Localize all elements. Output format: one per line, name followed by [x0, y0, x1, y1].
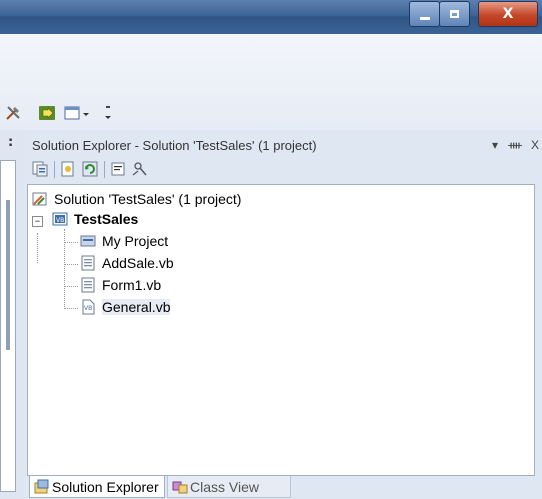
- form-icon: [81, 255, 95, 271]
- refresh-icon[interactable]: [82, 161, 98, 177]
- form-icon: [81, 277, 95, 293]
- tree-connector: [64, 308, 78, 309]
- tree-node-solution[interactable]: Solution 'TestSales' (1 project): [32, 189, 241, 209]
- toolbar-separator: [54, 161, 55, 178]
- tree-node-label: My Project: [102, 233, 169, 249]
- vb-module-icon: VB: [82, 299, 95, 315]
- tree-node-addsale[interactable]: AddSale.vb: [80, 253, 174, 273]
- close-icon: X: [502, 6, 514, 22]
- tree-node-project[interactable]: VB TestSales: [52, 209, 138, 229]
- solution-explorer-icon: [34, 479, 49, 493]
- tab-solution-explorer[interactable]: Solution Explorer: [29, 476, 165, 498]
- view-code-icon[interactable]: [110, 161, 126, 177]
- show-all-files-icon[interactable]: [60, 161, 76, 177]
- maximize-button[interactable]: [439, 1, 470, 27]
- solution-icon: [32, 192, 47, 206]
- tab-class-view[interactable]: Class View: [167, 476, 291, 498]
- tree-node-label: AddSale.vb: [102, 255, 174, 271]
- minimize-icon: [419, 16, 430, 20]
- vb-project-icon: VB: [52, 212, 68, 226]
- tree-connector: [64, 264, 78, 265]
- solution-explorer-toolbar: [32, 159, 332, 181]
- maximize-icon: [450, 10, 459, 18]
- toolbar-separator: [104, 161, 105, 178]
- class-view-icon: [172, 481, 188, 493]
- main-toolbar: [0, 34, 542, 130]
- tab-label: Solution Explorer: [52, 478, 159, 495]
- close-window-button[interactable]: X: [478, 1, 538, 27]
- run-icon[interactable]: [38, 104, 56, 122]
- panel-tab-strip: Solution Explorer Class View: [27, 476, 535, 499]
- tree-connector: [64, 229, 65, 309]
- svg-text:VB: VB: [84, 305, 92, 312]
- tree-node-label: General.vb: [102, 299, 171, 315]
- my-project-icon: [80, 235, 96, 247]
- tools-icon[interactable]: [4, 104, 22, 122]
- tree-connector: [64, 242, 78, 243]
- close-icon[interactable]: X: [528, 138, 542, 152]
- window-icon[interactable]: [64, 104, 90, 122]
- tree-node-label: Form1.vb: [102, 277, 162, 293]
- tree-node-my-project[interactable]: My Project: [80, 231, 168, 251]
- tree-node-label: Solution 'TestSales' (1 project): [54, 191, 242, 207]
- tree-node-form1[interactable]: Form1.vb: [80, 275, 161, 295]
- properties-icon[interactable]: [32, 161, 48, 177]
- svg-text:VB: VB: [56, 217, 64, 224]
- tree-node-label: TestSales: [74, 211, 139, 227]
- minimize-button[interactable]: [409, 1, 440, 27]
- dropdown-arrow-icon[interactable]: ▾: [488, 138, 502, 152]
- left-panel-marker: :: [8, 135, 14, 150]
- pin-icon[interactable]: ᚓ: [508, 138, 522, 152]
- tree-connector: [37, 233, 38, 263]
- solution-tree[interactable]: Solution 'TestSales' (1 project) − VB Te…: [27, 184, 535, 476]
- panel-title: Solution Explorer - Solution 'TestSales'…: [32, 137, 317, 153]
- toolbar-grip-icon[interactable]: [104, 104, 112, 124]
- tree-node-general[interactable]: VB General.vb: [80, 297, 171, 317]
- window-title-bar: X: [0, 0, 542, 34]
- solution-explorer-header: Solution Explorer - Solution 'TestSales'…: [32, 134, 542, 156]
- collapse-icon[interactable]: −: [32, 216, 43, 227]
- tree-connector: [64, 286, 78, 287]
- left-panel-scrollbar[interactable]: [6, 200, 10, 350]
- tab-label: Class View: [190, 478, 259, 495]
- view-designer-icon[interactable]: [132, 161, 148, 177]
